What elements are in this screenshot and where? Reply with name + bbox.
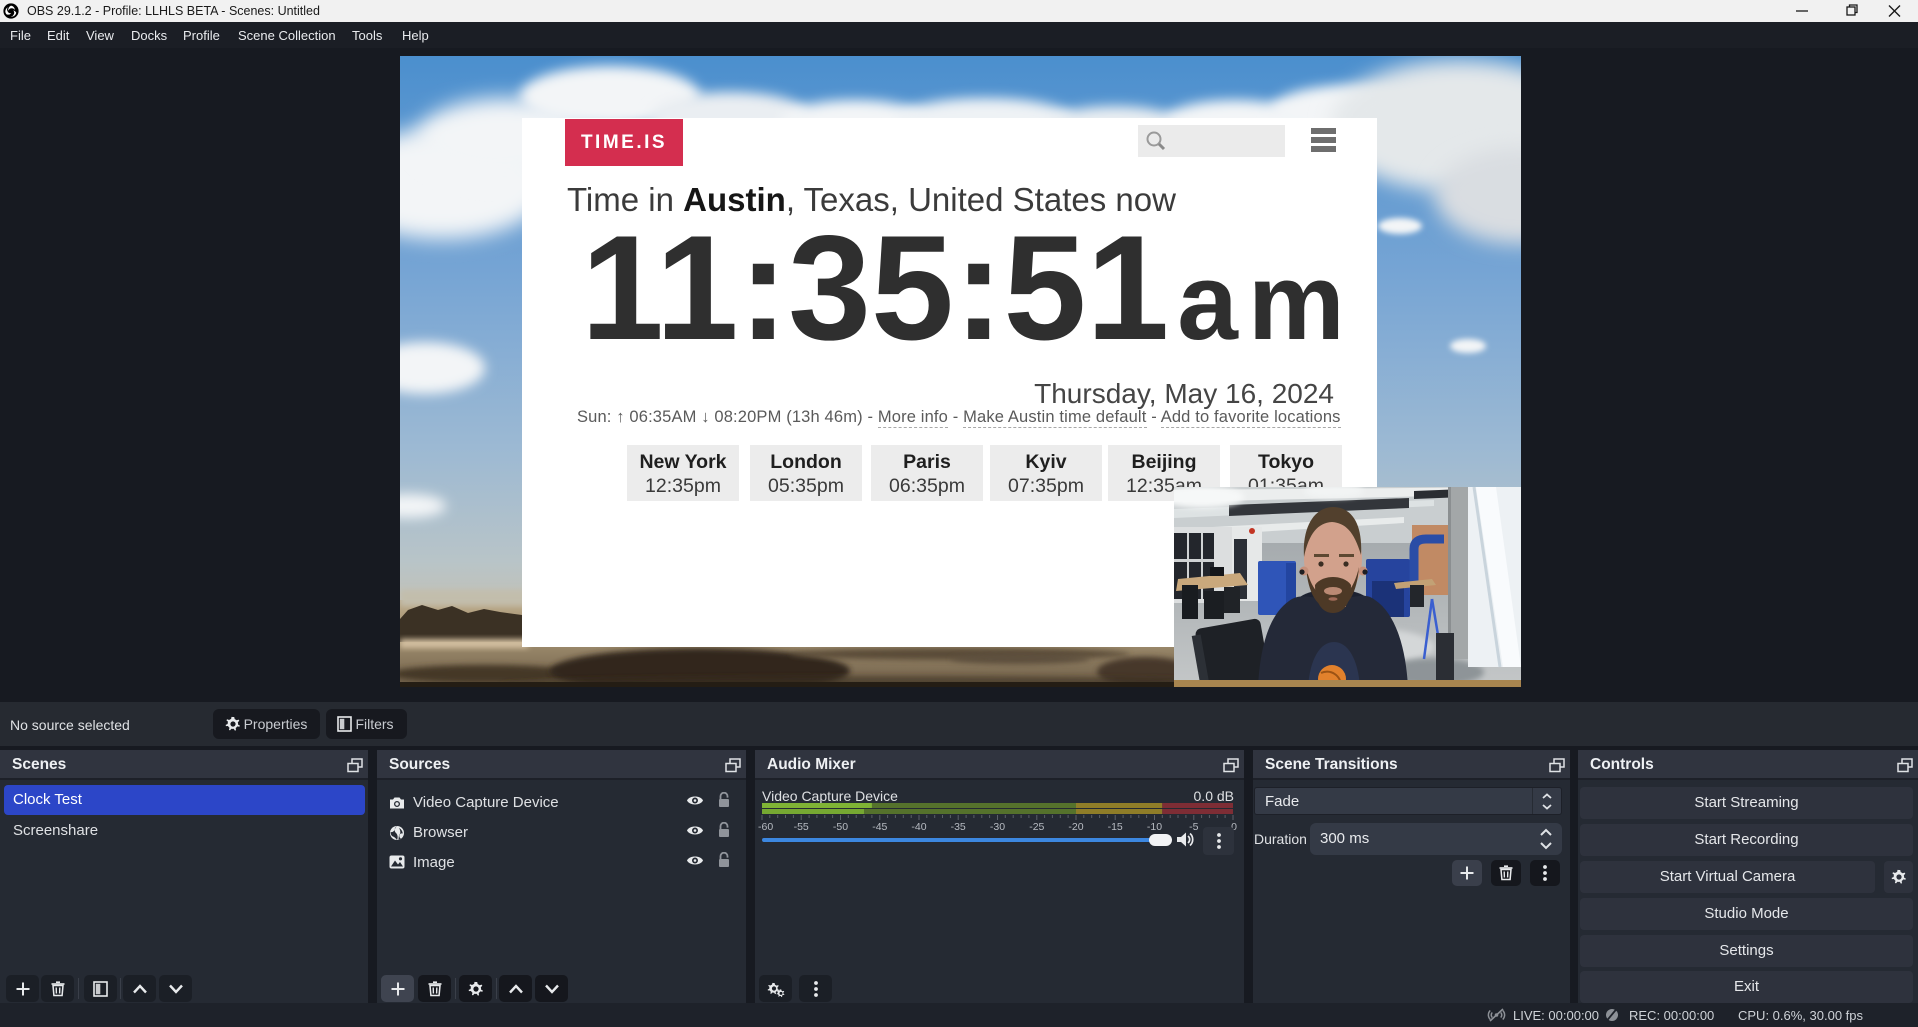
svg-text:-50: -50 bbox=[833, 821, 848, 833]
svg-text:-60: -60 bbox=[758, 821, 773, 833]
svg-text:-30: -30 bbox=[990, 821, 1005, 833]
svg-text:-45: -45 bbox=[872, 821, 887, 833]
svg-text:-20: -20 bbox=[1068, 821, 1083, 833]
svg-text:-15: -15 bbox=[1108, 821, 1123, 833]
svg-text:-10: -10 bbox=[1147, 821, 1162, 833]
svg-text:-35: -35 bbox=[951, 821, 966, 833]
svg-text:-25: -25 bbox=[1029, 821, 1044, 833]
svg-text:-40: -40 bbox=[911, 821, 926, 833]
svg-text:-55: -55 bbox=[794, 821, 809, 833]
